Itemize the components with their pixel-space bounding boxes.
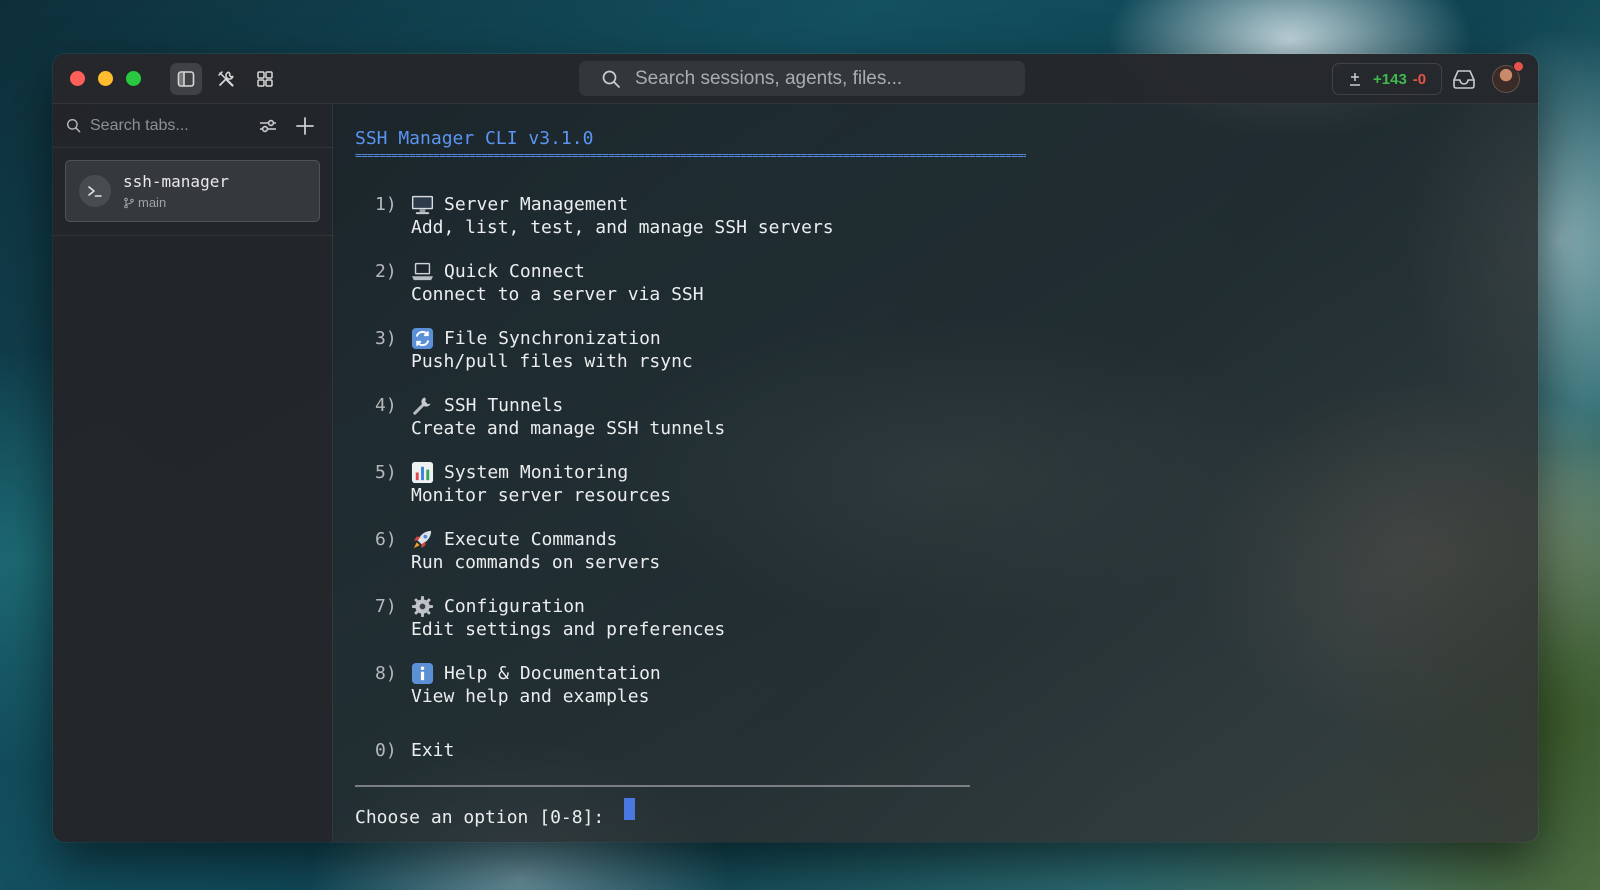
- menu-description: Create and manage SSH tunnels: [411, 418, 726, 439]
- menu-number: 5): [375, 462, 397, 483]
- text-cursor[interactable]: [624, 798, 635, 820]
- bar-chart-icon: [411, 461, 434, 484]
- menu-number: 3): [375, 328, 397, 349]
- menu-title: Execute Commands: [444, 529, 618, 550]
- close-window-button[interactable]: [70, 71, 85, 86]
- gear-icon: [411, 595, 434, 618]
- menu-number: 7): [375, 596, 397, 617]
- diff-additions: +143: [1373, 70, 1407, 88]
- menu-title: Quick Connect: [444, 261, 585, 282]
- menu-number: 1): [375, 194, 397, 215]
- new-tab-plus-icon[interactable]: [294, 115, 316, 137]
- menu-title: Configuration: [444, 596, 585, 617]
- minimize-window-button[interactable]: [98, 71, 113, 86]
- tab-search-placeholder: Search tabs...: [90, 116, 189, 134]
- search-placeholder: Search sessions, agents, files...: [635, 67, 903, 89]
- tab-title: ssh-manager: [123, 172, 229, 191]
- menu-title: Help & Documentation: [444, 663, 661, 684]
- laptop-icon: [411, 262, 434, 281]
- menu-number: 4): [375, 395, 397, 416]
- menu-title: System Monitoring: [444, 462, 629, 483]
- desktop-computer-icon: [411, 195, 434, 215]
- sidebar-toggle-button[interactable]: [170, 63, 202, 95]
- rocket-icon: [413, 530, 432, 549]
- global-search-input[interactable]: Search sessions, agents, files...: [579, 61, 1025, 96]
- tab-search-input[interactable]: Search tabs...: [53, 104, 333, 148]
- menu-description: Push/pull files with rsync: [411, 351, 693, 372]
- menu-title: File Synchronization: [444, 328, 661, 349]
- terminal-pane[interactable]: SSH Manager CLI v3.1.0 =================…: [334, 104, 1538, 842]
- menu-description: Edit settings and preferences: [411, 619, 726, 640]
- wrench-icon: [413, 397, 431, 415]
- tab-item-ssh-manager[interactable]: ssh-manager main: [65, 160, 320, 222]
- tabs-sidebar: Search tabs... ssh-manager main: [53, 104, 333, 842]
- menu-description: Monitor server resources: [411, 485, 672, 506]
- tab-list: ssh-manager main: [53, 148, 333, 236]
- menu-title: Server Management: [444, 194, 629, 215]
- sidebar-toggle-icon: [177, 71, 195, 87]
- option-prompt: Choose an option [0-8]:: [355, 807, 616, 828]
- diff-deletions: -0: [1412, 70, 1427, 88]
- menu-number: 8): [375, 663, 397, 684]
- prompt-divider: [355, 785, 970, 787]
- sync-arrows-icon: [411, 327, 434, 350]
- filter-icon[interactable]: [258, 116, 278, 136]
- diff-icon: [1350, 73, 1360, 86]
- tab-branch-name: main: [138, 195, 167, 210]
- terminal-app-window: Search sessions, agents, files... +143 -…: [53, 54, 1538, 842]
- inbox-icon[interactable]: [1451, 67, 1477, 91]
- tab-branch: main: [123, 195, 166, 210]
- title-underline: ========================================…: [355, 150, 1026, 162]
- notification-badge: [1513, 61, 1524, 72]
- terminal-prompt-icon: [79, 175, 111, 207]
- info-icon: [411, 662, 434, 685]
- menu-title: SSH Tunnels: [444, 395, 564, 416]
- menu-number: 6): [375, 529, 397, 550]
- title-bar: Search sessions, agents, files... +143 -…: [53, 54, 1538, 104]
- grid-view-button[interactable]: [249, 63, 281, 95]
- menu-description: Connect to a server via SSH: [411, 284, 704, 305]
- zoom-window-button[interactable]: [126, 71, 141, 86]
- exit-number: 0): [375, 740, 397, 761]
- search-icon: [66, 118, 81, 133]
- tools-icon: [218, 71, 234, 87]
- menu-description: Run commands on servers: [411, 552, 661, 573]
- menu-description: View help and examples: [411, 686, 650, 707]
- tools-button[interactable]: [210, 63, 242, 95]
- diff-stats-button[interactable]: +143 -0: [1332, 63, 1442, 95]
- git-branch-icon: [124, 197, 134, 208]
- grid-icon: [257, 71, 273, 87]
- exit-label: Exit: [411, 740, 455, 761]
- cli-title: SSH Manager CLI v3.1.0: [355, 128, 594, 149]
- search-icon: [602, 70, 620, 88]
- menu-number: 2): [375, 261, 397, 282]
- menu-description: Add, list, test, and manage SSH servers: [411, 217, 834, 238]
